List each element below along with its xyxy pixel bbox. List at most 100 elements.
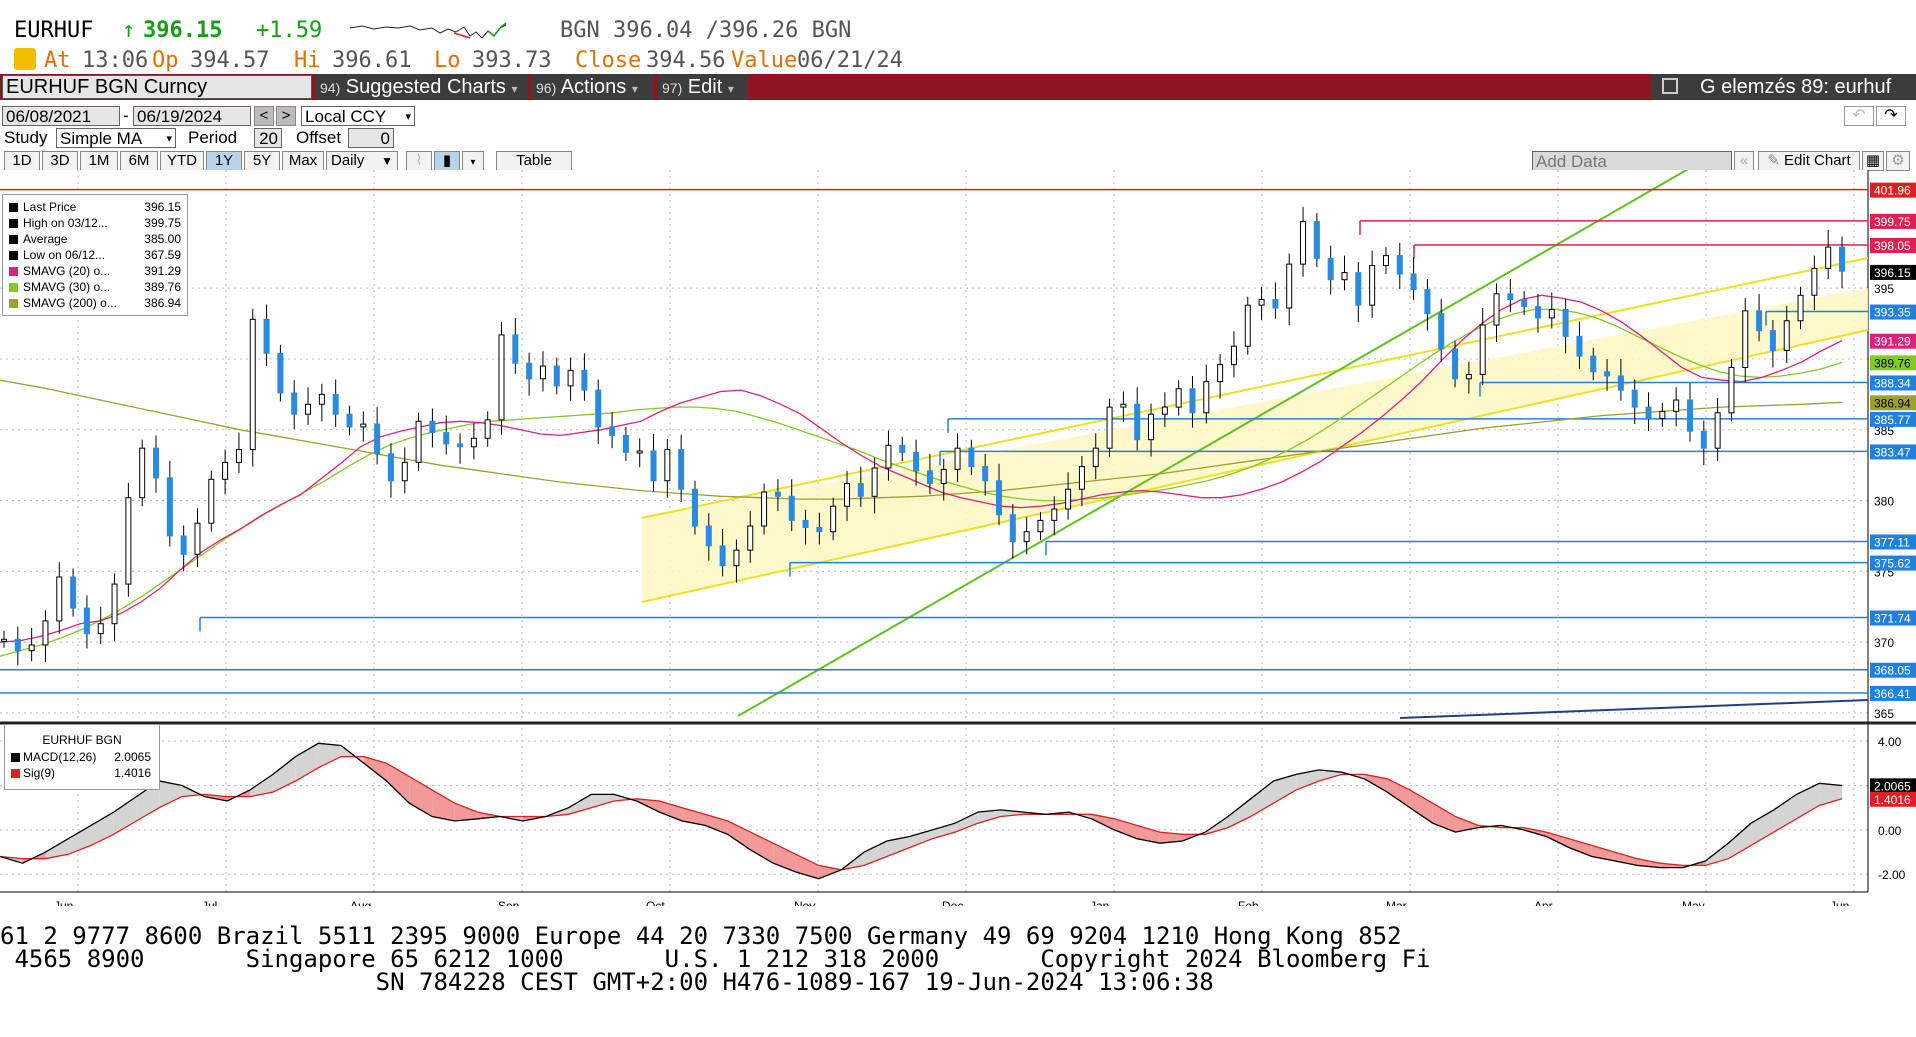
level-tag-label: 398.05 (1874, 239, 1911, 253)
edit-menu[interactable]: 97) Edit ▾ (658, 74, 748, 100)
candle-body (747, 525, 754, 551)
table-button[interactable]: Table (496, 151, 572, 171)
candle-body (180, 535, 187, 555)
security-field[interactable]: EURHUF BGN Curncy (2, 75, 312, 99)
range-ytd-button[interactable]: YTD (160, 151, 204, 171)
candle-body (1258, 299, 1265, 306)
redo-icon[interactable]: ↷ (1876, 106, 1906, 126)
chart-type-dropdown[interactable]: ▾ (462, 151, 484, 171)
candle-body (1783, 320, 1790, 351)
candle-body (153, 447, 160, 479)
actions-menu[interactable]: 96) Actions ▾ (532, 74, 654, 100)
candle-body (1673, 399, 1680, 412)
candle-body (1604, 371, 1611, 377)
month-label: Apr (1534, 899, 1553, 906)
month-label: Mar (1386, 899, 1407, 906)
level-tag-label: 396.15 (1874, 266, 1911, 280)
month-label: Jul (202, 899, 217, 906)
candle-body (42, 620, 49, 646)
price-legend: Last Price 396.15 High on 03/12... 399.75 Av… (2, 194, 188, 316)
export-icon[interactable] (1662, 78, 1678, 94)
actions-label: Actions (560, 76, 627, 98)
chart-title-box[interactable]: G elemzés 89: eurhuf (1652, 74, 1916, 100)
caret-down-icon: ▾ (166, 133, 172, 145)
candle-chart-icon[interactable]: ▮ (434, 151, 460, 171)
add-data-input[interactable]: Add Data (1532, 151, 1732, 171)
legend-item: SMAVG (30) o... 389.76 (7, 279, 183, 295)
price-chart[interactable]: 3953903853803753703654.002.000.00-2.0040… (0, 170, 1916, 906)
range-3d-button[interactable]: 3D (42, 151, 78, 171)
study-select[interactable]: Simple MA ▾ (56, 128, 176, 148)
candle-body (816, 526, 823, 533)
candle-body (733, 549, 740, 567)
period-input[interactable]: 20 (254, 128, 282, 148)
macd-legend-item: MACD(12,26) 2.0065 (9, 749, 153, 765)
level-tag-label: 368.05 (1874, 664, 1911, 678)
candle-body (857, 483, 864, 497)
candle-body (1548, 308, 1555, 319)
suggested-charts-menu[interactable]: 94) Suggested Charts ▾ (316, 74, 528, 100)
candle-body (194, 522, 201, 555)
candle-body (705, 525, 712, 547)
candle-body (1452, 348, 1459, 380)
candle-body (1562, 308, 1569, 337)
undo-icon[interactable]: ↶ (1844, 106, 1874, 126)
month-label: Dec (942, 899, 963, 906)
range-1d-button[interactable]: 1D (4, 151, 40, 171)
macd-tag-label: 2.0065 (1874, 779, 1911, 793)
candle-body (1521, 299, 1528, 308)
level-tag-label: 385.77 (1874, 413, 1911, 427)
line-chart-icon[interactable]: ⌇ (406, 151, 432, 171)
currency-select[interactable]: Local CCY ▾ (301, 106, 415, 126)
range-1m-button[interactable]: 1M (80, 151, 118, 171)
legend-value: 367.59 (144, 248, 181, 262)
candle-body (830, 505, 837, 533)
frequency-select[interactable]: Daily ▼ (326, 151, 398, 171)
currency-value: Local CCY (305, 107, 387, 126)
candle-body (470, 437, 477, 448)
start-date-field[interactable]: 06/08/2021 (2, 106, 120, 126)
close-label: Close (575, 48, 642, 73)
candle-body (512, 334, 519, 364)
candle-body (1355, 272, 1362, 306)
suggested-charts-number: 94) (320, 80, 341, 96)
prev-period-button[interactable]: < (254, 106, 274, 126)
value-label: Value (731, 48, 798, 73)
candle-body (1244, 304, 1251, 347)
speedometer-icon[interactable] (14, 48, 36, 70)
candle-body (996, 480, 1003, 516)
candle-body (263, 318, 270, 354)
edit-chart-button[interactable]: ✎ Edit Chart (1758, 151, 1860, 171)
range-6m-button[interactable]: 6M (120, 151, 158, 171)
next-period-button[interactable]: > (276, 106, 296, 126)
legend-label: Low on 06/12... (23, 248, 106, 262)
candle-body (166, 477, 173, 537)
price-tick-label: 370 (1874, 636, 1894, 650)
range-5y-button[interactable]: 5Y (244, 151, 280, 171)
end-date-field[interactable]: 06/19/2024 (133, 106, 251, 126)
chart-settings-icon[interactable]: ▦ (1862, 151, 1884, 171)
candle-body (1700, 430, 1707, 449)
candle-body (1590, 355, 1597, 373)
at-time: 13:06 (82, 48, 149, 73)
legend-item: Low on 06/12... 367.59 (7, 247, 183, 263)
candle-body (291, 392, 298, 415)
candle-body (774, 491, 781, 497)
candle-body (761, 491, 768, 527)
month-label: Jan (1090, 899, 1109, 906)
legend-swatch (11, 753, 20, 762)
legend-item: SMAVG (20) o... 391.29 (7, 263, 183, 279)
candle-body (1686, 399, 1693, 432)
candle-body (1797, 294, 1804, 322)
offset-input[interactable]: 0 (348, 128, 394, 148)
collapse-icon[interactable]: « (1734, 151, 1754, 171)
caret-down-icon: ▾ (405, 111, 411, 123)
suggested-charts-label: Suggested Charts (345, 76, 506, 98)
high-value: 396.61 (332, 48, 412, 73)
candle-body (125, 497, 132, 585)
range-1y-button[interactable]: 1Y (206, 151, 242, 171)
period-label: Period (188, 128, 238, 147)
candle-body (139, 447, 146, 499)
gear-icon[interactable]: ⚙ (1886, 151, 1910, 171)
range-max-button[interactable]: Max (282, 151, 324, 171)
